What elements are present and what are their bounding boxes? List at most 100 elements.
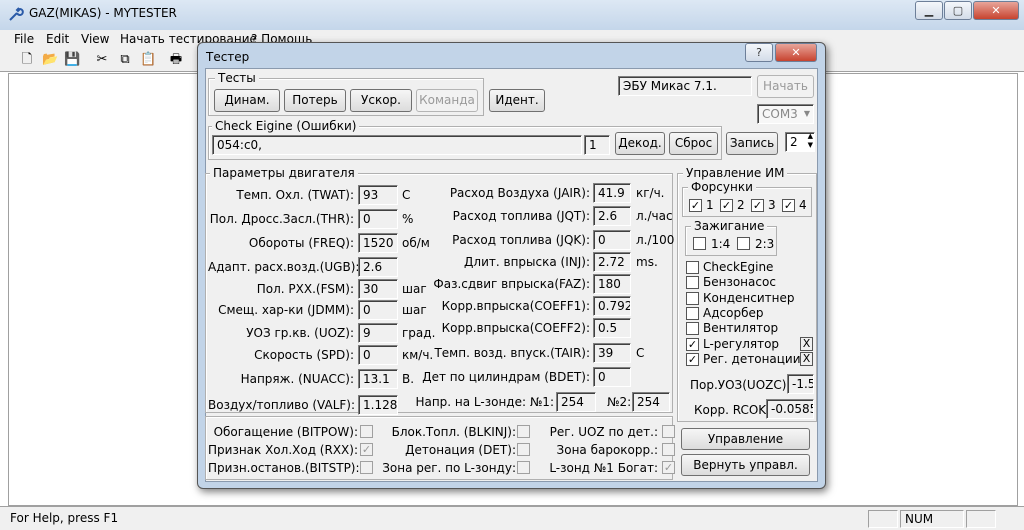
tests-label: Тесты [215,72,259,84]
param-value: 0 [358,209,398,229]
control-checkbox[interactable] [686,276,699,290]
control-item-label: Бензонасос [703,275,776,290]
flag-checkbox [517,443,530,456]
param-label: Корр.впрыска(COEFF1): [441,299,590,313]
new-file-icon[interactable]: 🗋 [19,52,35,68]
injectors-label: Форсунки [688,181,756,193]
open-folder-icon[interactable]: 📂 [42,52,58,68]
return-control-button[interactable]: Вернуть управл. [681,454,810,476]
menu-edit[interactable]: Edit [46,32,69,46]
loss-test-button[interactable]: Потерь [284,89,346,112]
ignition-label: 1:4 [711,237,731,251]
param-value: 0 [358,300,398,320]
record-button[interactable]: Запись [726,132,778,155]
flag-label: Зона барокорр.: [556,443,658,457]
ignition-checkbox[interactable] [693,237,706,250]
x-button[interactable]: X [800,351,813,366]
control-item-label: Конденситнер [703,290,795,305]
lambda2-label: №2: [607,395,632,409]
menu-view[interactable]: View [81,32,109,46]
dialog-title: Тестер [206,50,250,64]
flag-checkbox [662,443,675,456]
ignition-checkbox[interactable] [737,237,750,250]
dynamic-test-button[interactable]: Динам. [214,89,280,112]
control-checkbox[interactable] [686,291,699,305]
control-checkbox[interactable] [686,322,699,336]
maximize-button[interactable]: ▢ [944,1,972,20]
x-button[interactable]: X [800,336,813,351]
param-value: 1520 [358,233,398,253]
command-button[interactable]: Команда [416,89,478,112]
copy-icon[interactable]: ⧉ [117,52,133,68]
wrench-icon [9,7,24,21]
decode-button[interactable]: Декод. [615,132,665,155]
param-label: Пол. Дросс.Засл.(THR): [209,212,354,226]
record-spinner[interactable]: 2 ▲ ▼ [785,132,815,152]
param-unit: л./час [636,209,673,223]
error-count-field: 1 [584,135,610,155]
menu-file[interactable]: File [14,32,34,46]
flag-checkbox: ✓ [360,443,373,456]
control-checkbox[interactable]: ✓ [686,337,699,351]
manage-button[interactable]: Управление [681,428,810,450]
paste-icon[interactable]: 📋 [140,52,156,68]
control-item-label: Адсорбер [703,305,764,320]
com-port-select[interactable]: COM3 ▼ [757,104,814,124]
check-engine-label: Check Eigine (Ошибки) [212,120,360,132]
rcok-field[interactable]: -0.0585 [766,399,814,419]
control-checkbox[interactable] [686,261,699,274]
injector-label: 3 [768,198,776,212]
injector-checkbox[interactable]: ✓ [751,199,764,212]
rcok-label: Корр. RCOK: [694,403,771,417]
param-label: Темп. Охл. (TWAT): [236,188,354,202]
help-button[interactable]: ? [745,43,773,62]
param-label: Расход топлива (JQT): [452,209,590,223]
spinner-value: 2 [790,135,798,149]
reset-button[interactable]: Сброс [669,132,718,155]
param-label: Скорость (SPD): [254,348,354,362]
dialog-close-icon[interactable]: ✕ [775,43,817,62]
engine-params-label: Параметры двигателя [210,167,358,179]
status-pane-3 [966,510,996,528]
ecu-field: ЭБУ Микас 7.1. [618,76,752,96]
injector-label: 2 [737,198,745,212]
save-icon[interactable]: 💾 [64,52,80,68]
minimize-button[interactable]: ▁ [915,1,943,20]
flag-label: Блок.Топл. (BLKINJ): [391,425,516,439]
flag-label: Обогащение (BITPOW): [213,425,358,439]
injector-checkbox[interactable]: ✓ [782,199,795,212]
flag-checkbox [360,425,373,438]
status-help-text: For Help, press F1 [10,511,119,525]
status-bar: For Help, press F1 NUM [0,506,1024,530]
param-value: 1.1289 [358,395,398,415]
param-value: 0 [593,367,631,387]
param-label: Адапт. расх.возд.(UGB): [208,260,360,274]
spin-arrows-icon[interactable]: ▲ ▼ [808,133,813,150]
flag-label: Детонация (DET): [405,443,516,457]
param-label: Длит. впрыска (INJ): [464,255,590,269]
start-button[interactable]: Начать [757,75,814,98]
uozc-field[interactable]: -1.5 [787,374,814,394]
injector-checkbox[interactable]: ✓ [720,199,733,212]
ident-button[interactable]: Идент. [489,89,545,112]
flag-checkbox: ✓ [662,461,675,474]
param-value: 180 [593,274,631,294]
param-unit: л./100 [636,233,675,247]
close-icon[interactable]: ✕ [973,1,1019,20]
flag-checkbox [517,461,530,474]
param-value: 41.9 [593,183,631,203]
status-pane-1 [868,510,898,528]
flag-label: Признак Хол.Ход (RXX): [208,443,358,457]
main-title-bar: GAZ(MIKAS) - MYTESTER ▁ ▢ ✕ [0,0,1024,30]
control-checkbox[interactable] [686,306,699,320]
injector-label: 1 [706,198,714,212]
injector-checkbox[interactable]: ✓ [689,199,702,212]
accel-test-button[interactable]: Ускор. [350,89,412,112]
param-unit: кг/ч. [636,186,665,200]
cut-icon[interactable]: ✂ [94,52,110,68]
control-item-label: Рег. детонации [703,351,801,366]
lambda-label: Напр. на L-зонде: №1: [415,395,554,409]
print-icon[interactable]: 🖶 [168,52,184,68]
param-label: Расход Воздуха (JAIR): [449,186,590,200]
control-checkbox[interactable]: ✓ [686,352,699,366]
